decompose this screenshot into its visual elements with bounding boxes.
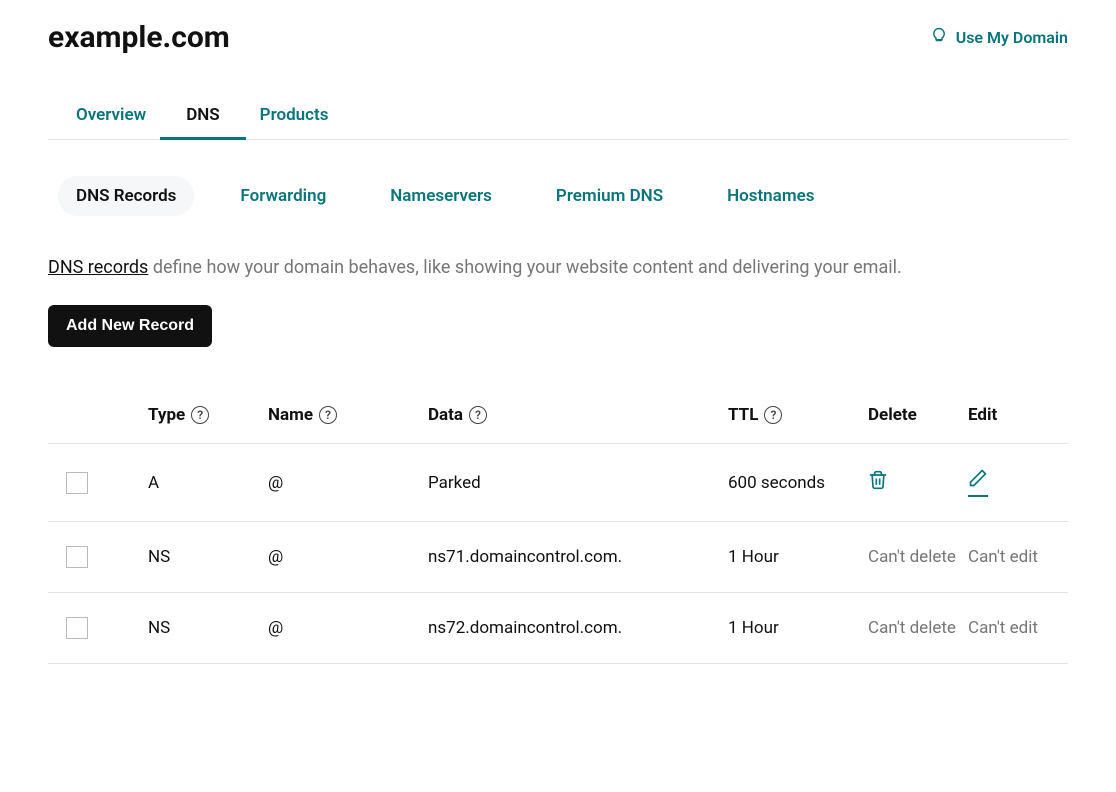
col-ttl-label: TTL	[728, 405, 758, 425]
description-text: DNS records define how your domain behav…	[48, 254, 1068, 281]
tab-products[interactable]: Products	[260, 95, 329, 139]
col-edit-label: Edit	[968, 405, 997, 425]
cell-type: A	[148, 473, 268, 493]
cell-edit	[968, 468, 1058, 497]
col-type-label: Type	[148, 405, 185, 425]
cell-type: NS	[148, 618, 268, 638]
cell-data: ns72.domaincontrol.com.	[428, 618, 728, 638]
subtab-hostnames[interactable]: Hostnames	[709, 176, 832, 216]
row-checkbox[interactable]	[66, 472, 88, 494]
primary-tabs: Overview DNS Products	[48, 95, 1068, 140]
pencil-icon	[968, 468, 988, 493]
cell-delete-disabled: Can't delete	[868, 547, 968, 567]
col-data: Data ?	[428, 405, 728, 425]
dns-records-link[interactable]: DNS records	[48, 257, 148, 278]
add-new-record-button[interactable]: Add New Record	[48, 305, 212, 347]
cell-name: @	[268, 547, 428, 567]
cell-data: Parked	[428, 473, 728, 493]
col-ttl: TTL ?	[728, 405, 868, 425]
secondary-tabs: DNS Records Forwarding Nameservers Premi…	[48, 176, 1068, 216]
cell-name: @	[268, 618, 428, 638]
page-header: example.com Use My Domain	[48, 20, 1068, 55]
help-icon[interactable]: ?	[469, 406, 487, 424]
subtab-nameservers[interactable]: Nameservers	[372, 176, 510, 216]
subtab-premium-dns[interactable]: Premium DNS	[538, 176, 681, 216]
table-row: NS @ ns72.domaincontrol.com. 1 Hour Can'…	[48, 593, 1068, 664]
col-edit: Edit	[968, 405, 1058, 425]
col-delete: Delete	[868, 405, 968, 425]
subtab-forwarding[interactable]: Forwarding	[222, 176, 344, 216]
subtab-dns-records[interactable]: DNS Records	[58, 176, 194, 216]
cell-edit-disabled: Can't edit	[968, 618, 1058, 638]
tab-dns[interactable]: DNS	[186, 95, 219, 139]
domain-title: example.com	[48, 20, 230, 55]
row-checkbox[interactable]	[66, 546, 88, 568]
col-type: Type ?	[148, 405, 268, 425]
cell-edit-disabled: Can't edit	[968, 547, 1058, 567]
help-icon[interactable]: ?	[191, 406, 209, 424]
description-rest: define how your domain behaves, like sho…	[148, 257, 901, 278]
col-name-label: Name	[268, 405, 313, 425]
cell-delete-disabled: Can't delete	[868, 618, 968, 638]
help-icon[interactable]: ?	[319, 406, 337, 424]
cell-checkbox	[48, 472, 148, 494]
table-row: NS @ ns71.domaincontrol.com. 1 Hour Can'…	[48, 522, 1068, 593]
edit-button[interactable]	[968, 468, 988, 497]
cell-ttl: 600 seconds	[728, 473, 868, 493]
cell-ttl: 1 Hour	[728, 547, 868, 567]
help-icon[interactable]: ?	[764, 406, 782, 424]
use-my-domain-label: Use My Domain	[956, 28, 1068, 47]
use-my-domain-link[interactable]: Use My Domain	[930, 27, 1068, 49]
cell-ttl: 1 Hour	[728, 618, 868, 638]
cell-delete	[868, 470, 968, 495]
tab-overview[interactable]: Overview	[76, 95, 146, 139]
delete-button[interactable]	[868, 470, 888, 495]
cell-checkbox	[48, 617, 148, 639]
cell-name: @	[268, 473, 428, 493]
col-delete-label: Delete	[868, 405, 917, 425]
row-checkbox[interactable]	[66, 617, 88, 639]
col-data-label: Data	[428, 405, 463, 425]
col-name: Name ?	[268, 405, 428, 425]
lightbulb-icon	[930, 27, 948, 49]
trash-icon	[868, 470, 888, 495]
cell-type: NS	[148, 547, 268, 567]
table-header-row: Type ? Name ? Data ? TTL ? Delete Edit	[48, 387, 1068, 444]
cell-data: ns71.domaincontrol.com.	[428, 547, 728, 567]
cell-checkbox	[48, 546, 148, 568]
table-row: A @ Parked 600 seconds	[48, 444, 1068, 522]
dns-records-table: Type ? Name ? Data ? TTL ? Delete Edit A…	[48, 387, 1068, 664]
